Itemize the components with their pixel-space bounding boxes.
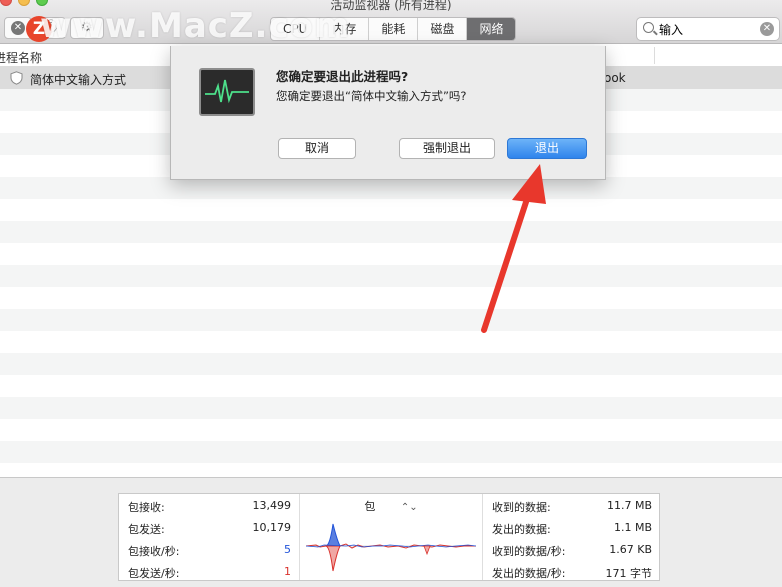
stat-label: 包发送/秒: — [128, 567, 180, 580]
tab-4[interactable]: 网络 — [467, 18, 516, 40]
packet-stat-row: 包接收/秒: 5 — [119, 541, 299, 561]
column-divider — [654, 47, 655, 64]
network-summary-panel: 包接收: 13,499 包发送: 10,179 包接收/秒: 5 包发送/秒: 1 包 ⌃⌄ … — [0, 477, 782, 587]
table-row[interactable] — [0, 375, 782, 397]
gear-icon: ⚙ — [81, 20, 93, 35]
clear-search-icon[interactable]: ✕ — [760, 22, 774, 36]
search-icon — [643, 22, 654, 33]
packet-stat-row: 包发送: 10,179 — [119, 519, 299, 539]
cancel-button[interactable]: 取消 — [278, 138, 356, 159]
tab-2[interactable]: 能耗 — [369, 18, 419, 40]
stop-icon: ✕ — [11, 21, 25, 35]
table-row[interactable] — [0, 309, 782, 331]
activity-monitor-app-icon — [199, 68, 255, 116]
table-row[interactable] — [0, 177, 782, 199]
table-row[interactable] — [0, 221, 782, 243]
table-row[interactable] — [0, 287, 782, 309]
column-process-name[interactable]: 进程名称 — [0, 49, 42, 66]
table-row[interactable] — [0, 463, 782, 477]
data-stat-row: 发出的数据: 1.1 MB — [483, 519, 660, 539]
table-row[interactable] — [0, 419, 782, 441]
incoming-spike — [325, 523, 341, 547]
force-quit-button[interactable]: 强制退出 — [399, 138, 495, 159]
packet-stat-row: 包接收: 13,499 — [119, 497, 299, 517]
stat-value: 1.1 MB — [613, 521, 652, 534]
outgoing-small-spike — [423, 545, 431, 556]
stat-label: 收到的数据/秒: — [492, 545, 566, 558]
tab-3[interactable]: 磁盘 — [418, 18, 468, 40]
stat-label: 包发送: — [128, 523, 165, 536]
network-activity-graph — [306, 523, 476, 572]
stat-value: 10,179 — [252, 521, 292, 534]
stat-label: 包接收: — [128, 501, 165, 514]
network-graph: 包 ⌃⌄ — [300, 494, 482, 580]
data-stats: 收到的数据: 11.7 MB 发出的数据: 1.1 MB 收到的数据/秒: 1.67 KB… — [482, 494, 660, 580]
data-stat-row: 发出的数据/秒: 171 字节 — [483, 563, 660, 583]
stat-value: 5 — [284, 543, 291, 556]
search-input[interactable] — [659, 20, 755, 38]
table-row[interactable] — [0, 265, 782, 287]
network-stats-box: 包接收: 13,499 包发送: 10,179 包接收/秒: 5 包发送/秒: 1 包 ⌃⌄ … — [118, 493, 660, 581]
stat-label: 收到的数据: — [492, 501, 551, 514]
graph-metric-label: 包 — [364, 500, 376, 513]
stat-value: 1 — [284, 565, 291, 578]
chevron-up-down-icon: ⌃⌄ — [400, 502, 418, 513]
tab-0[interactable]: CPU — [271, 18, 321, 40]
dialog-message: 您确定要退出“简体中文输入方式”吗? — [276, 89, 467, 103]
table-row[interactable] — [0, 199, 782, 221]
table-row[interactable] — [0, 441, 782, 463]
actions-menu-button[interactable]: ⚙ — [70, 17, 104, 39]
table-row[interactable] — [0, 353, 782, 375]
annotation-arrow-icon — [481, 164, 546, 333]
stat-label: 发出的数据/秒: — [492, 567, 566, 580]
table-row[interactable] — [0, 397, 782, 419]
view-tabs: CPU 内存 能耗 磁盘 网络 — [270, 17, 517, 41]
data-stat-row: 收到的数据/秒: 1.67 KB — [483, 541, 660, 561]
quit-button[interactable]: 退出 — [507, 138, 587, 159]
packet-stats: 包接收: 13,499 包发送: 10,179 包接收/秒: 5 包发送/秒: 1 — [119, 494, 300, 580]
stat-value: 1.67 KB — [609, 543, 652, 556]
dialog-title: 您确定要退出此进程吗? — [276, 69, 409, 84]
table-row[interactable] — [0, 243, 782, 265]
search-field[interactable]: ✕ — [636, 17, 780, 41]
outgoing-spike — [325, 545, 341, 572]
window-title: 活动监视器 (所有进程) — [330, 0, 452, 12]
stat-value: 13,499 — [252, 499, 292, 512]
process-name: 简体中文输入方式 — [30, 73, 127, 87]
tab-1[interactable]: 内存 — [320, 18, 370, 40]
shield-icon — [10, 71, 23, 85]
toolbar: 活动监视器 (所有进程) ✕ ⓘ ⚙ CPU内存能耗磁盘网络 ✕ — [0, 0, 782, 44]
table-row[interactable] — [0, 331, 782, 353]
stat-value: 11.7 MB — [606, 499, 652, 512]
stat-label: 发出的数据: — [492, 523, 551, 536]
activity-graph-icon — [205, 79, 249, 104]
graph-metric-selector[interactable]: 包 ⌃⌄ — [300, 498, 482, 514]
data-stat-row: 收到的数据: 11.7 MB — [483, 497, 660, 517]
packet-stat-row: 包发送/秒: 1 — [119, 563, 299, 583]
watermark-logo: Z — [26, 16, 52, 42]
stat-value: 171 字节 — [605, 567, 653, 580]
stat-label: 包接收/秒: — [128, 545, 180, 558]
process-user: ook — [604, 71, 626, 85]
